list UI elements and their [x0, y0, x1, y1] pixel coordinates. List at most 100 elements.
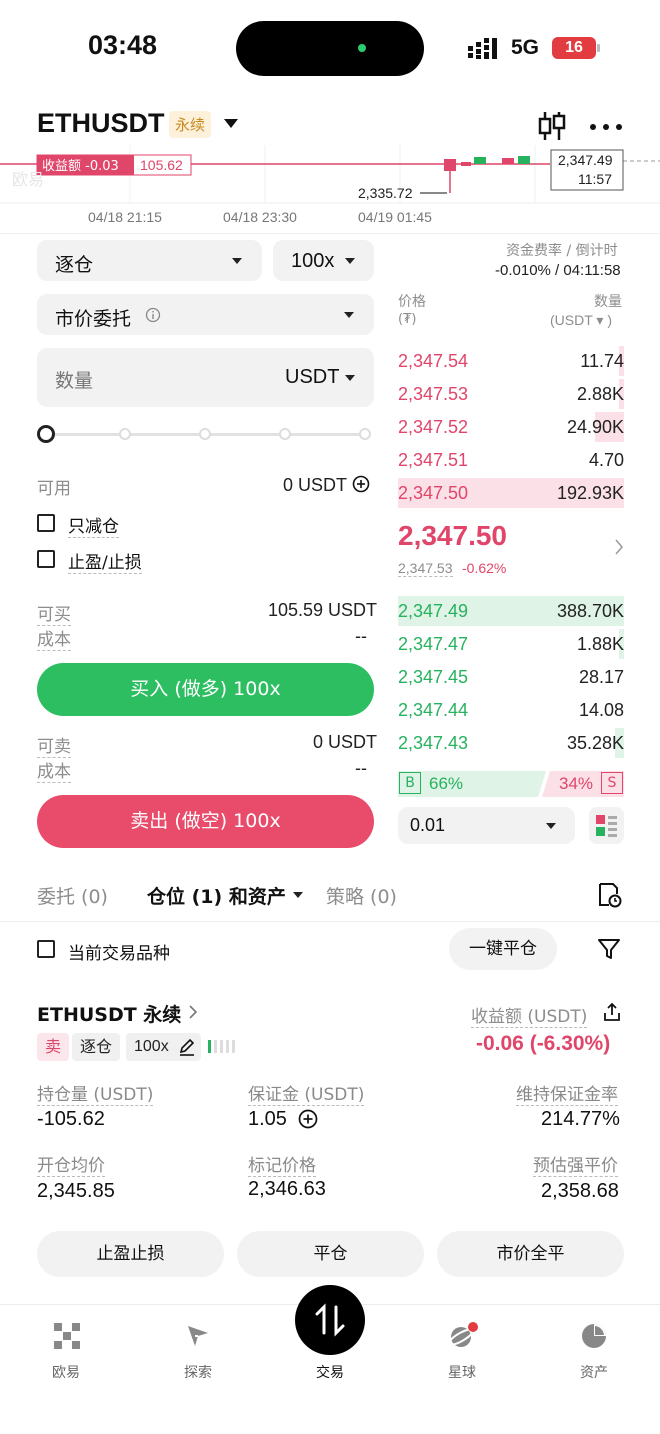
chevron-down-icon	[293, 892, 303, 898]
slider-tick[interactable]	[359, 428, 371, 440]
amount-input[interactable]: 数量 USDT	[37, 348, 374, 407]
more-icon[interactable]	[590, 124, 622, 130]
close-all-button[interactable]: 一键平仓	[449, 928, 557, 970]
planet-icon[interactable]	[448, 1322, 478, 1350]
buy-long-button[interactable]: 买入 (做多) 100x	[37, 663, 374, 716]
pnl-value: -0.06 (-6.30%)	[476, 1032, 611, 1055]
order-qty: 35.28K	[566, 733, 624, 753]
share-icon[interactable]	[602, 1002, 622, 1022]
orderbook-layout-icon[interactable]	[589, 807, 624, 844]
order-qty: 2.88K	[576, 384, 624, 404]
margin-value: 1.05	[248, 1108, 287, 1130]
can-sell-value: 0 USDT	[313, 732, 378, 752]
market-close-all-button[interactable]: 市价全平	[437, 1231, 624, 1277]
chart-low-label: 2,335.72	[358, 185, 413, 201]
chart-crosshair-price: 2,347.49	[558, 152, 613, 168]
nav-assets[interactable]: 资产	[554, 1362, 634, 1382]
symbol-dropdown-icon[interactable]	[223, 118, 239, 130]
buy-letter-badge: B	[399, 772, 421, 794]
chevron-right-icon[interactable]	[188, 1004, 198, 1020]
time-tick: 04/18 21:15	[88, 209, 162, 225]
reduce-only-checkbox[interactable]	[37, 514, 55, 532]
assets-pie-icon[interactable]	[581, 1323, 607, 1349]
order-price: 2,347.51	[398, 450, 469, 470]
chart-position-price: 105.62	[140, 157, 183, 173]
ask-row[interactable]: 2,347.50 192.93K	[398, 478, 624, 508]
can-buy-label: 可买	[37, 600, 71, 626]
tab-strategies[interactable]: 策略 (0)	[326, 882, 397, 909]
precision-select[interactable]: 0.01	[398, 807, 575, 844]
current-symbol-label: 当前交易品种	[68, 944, 170, 964]
transfer-add-icon[interactable]	[352, 475, 370, 493]
leverage-select[interactable]: 100x	[273, 240, 374, 281]
sell-letter-badge: S	[601, 772, 623, 794]
mmr-value: 214.77%	[541, 1108, 620, 1130]
sell-short-button[interactable]: 卖出 (做空) 100x	[37, 795, 374, 848]
tpsl-button[interactable]: 止盈止损	[37, 1231, 224, 1277]
available-label: 可用	[37, 479, 71, 499]
bid-row[interactable]: 2,347.44 14.08	[398, 695, 624, 725]
margin-mode-select[interactable]: 逐仓	[37, 240, 262, 281]
cost-value: --	[355, 758, 367, 778]
precision-value: 0.01	[410, 815, 446, 835]
chevron-right-icon[interactable]	[614, 538, 624, 556]
ask-row[interactable]: 2,347.51 4.70	[398, 445, 624, 475]
symbol-title[interactable]: ETHUSDT	[37, 108, 165, 139]
buy-ratio: 66%	[429, 774, 464, 793]
chevron-down-icon	[345, 375, 355, 381]
nav-planet[interactable]: 星球	[422, 1362, 502, 1382]
price-unit: (₮)	[398, 312, 417, 327]
order-qty: 24.90K	[566, 417, 624, 437]
risk-level-icon	[208, 1040, 235, 1053]
tab-positions[interactable]: 仓位 (1) 和资产	[147, 882, 286, 909]
liq-price-label: 预估强平价	[533, 1151, 618, 1177]
slider-tick[interactable]	[279, 428, 291, 440]
ask-row[interactable]: 2,347.54 11.74	[398, 346, 624, 376]
order-price: 2,347.54	[398, 351, 469, 371]
mark-price-value: 2,346.63	[248, 1178, 326, 1200]
info-icon[interactable]	[145, 307, 161, 323]
edit-icon[interactable]	[177, 1037, 197, 1057]
slider-tick[interactable]	[199, 428, 211, 440]
nav-home[interactable]: 欧易	[26, 1362, 106, 1382]
liq-price-value: 2,358.68	[541, 1180, 619, 1202]
tab-orders[interactable]: 委托 (0)	[37, 882, 108, 909]
current-symbol-checkbox[interactable]	[37, 940, 55, 958]
amount-slider-handle[interactable]	[37, 425, 55, 443]
qty-unit-select[interactable]: (USDT ▾ )	[550, 312, 612, 329]
nav-trade[interactable]: 交易	[290, 1362, 370, 1382]
camera-indicator-icon	[358, 44, 366, 52]
status-time: 03:48	[88, 30, 158, 60]
order-qty: 4.70	[588, 450, 624, 470]
last-price: 2,347.50	[398, 520, 507, 551]
order-history-icon[interactable]	[597, 882, 623, 908]
tpsl-checkbox[interactable]	[37, 550, 55, 568]
divider	[0, 921, 660, 922]
order-type-select[interactable]: 市价委托	[37, 294, 374, 335]
chart-watermark: 欧易	[12, 170, 44, 189]
okx-home-icon[interactable]	[54, 1323, 80, 1349]
close-position-button[interactable]: 平仓	[237, 1231, 424, 1277]
nav-explore[interactable]: 探索	[158, 1362, 238, 1382]
time-tick: 04/18 23:30	[223, 209, 297, 225]
order-qty: 11.74	[580, 351, 624, 371]
ask-row[interactable]: 2,347.53 2.88K	[398, 379, 624, 409]
slider-tick[interactable]	[119, 428, 131, 440]
bid-row[interactable]: 2,347.49 388.70K	[398, 596, 624, 626]
position-title[interactable]: ETHUSDT 永续	[37, 1000, 181, 1027]
filter-icon[interactable]	[597, 937, 621, 961]
trade-fab[interactable]	[295, 1285, 365, 1355]
bid-row[interactable]: 2,347.43 35.28K	[398, 728, 624, 758]
candlestick-chart-icon[interactable]	[537, 110, 567, 142]
available-value: 0 USDT	[283, 475, 348, 495]
bid-row[interactable]: 2,347.45 28.17	[398, 662, 624, 692]
order-price: 2,347.49	[398, 601, 469, 621]
bid-row[interactable]: 2,347.47 1.88K	[398, 629, 624, 659]
dynamic-island	[236, 21, 424, 76]
add-margin-icon[interactable]	[298, 1109, 318, 1129]
amount-unit-select[interactable]: USDT	[285, 366, 339, 389]
ask-row[interactable]: 2,347.52 24.90K	[398, 412, 624, 442]
explore-compass-icon[interactable]	[185, 1323, 211, 1349]
order-qty: 1.88K	[576, 634, 624, 654]
network-type: 5G	[511, 36, 540, 59]
